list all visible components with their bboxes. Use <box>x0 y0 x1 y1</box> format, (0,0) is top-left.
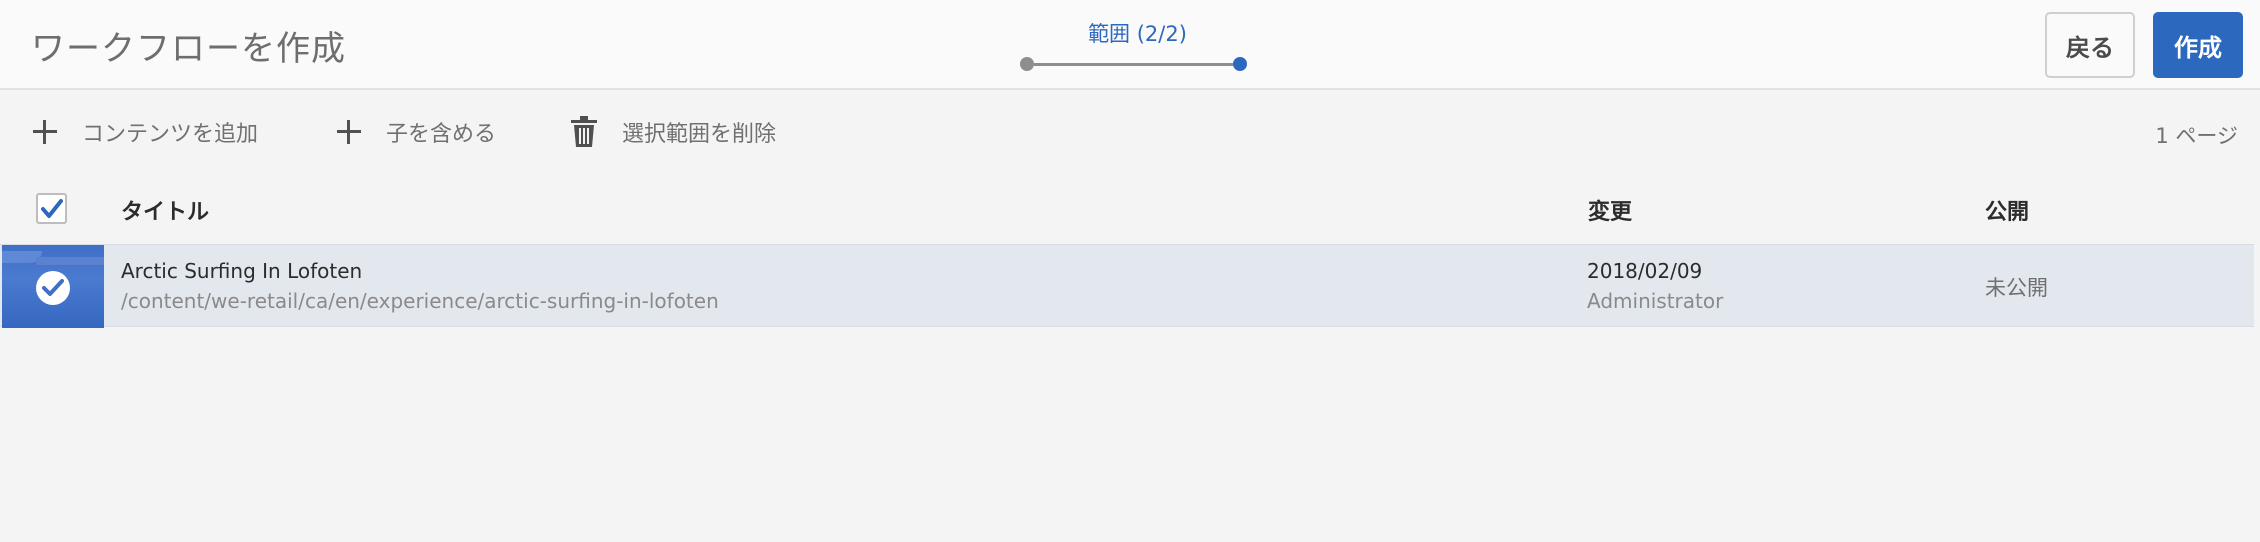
plus-icon <box>337 120 361 144</box>
add-content-button[interactable]: コンテンツを追加 <box>33 112 258 152</box>
checkmark-icon <box>42 279 64 296</box>
include-children-label: 子を含める <box>386 122 497 147</box>
thumbnail-detail <box>36 257 104 265</box>
row-title: Arctic Surfing In Lofoten <box>121 259 363 283</box>
page-count: 1 ページ <box>2155 124 2238 148</box>
header-bar: ワークフローを作成 範囲 (2/2) 戻る 作成 <box>0 0 2260 90</box>
trash-icon <box>570 116 598 148</box>
row-select-indicator[interactable] <box>36 271 70 305</box>
create-button[interactable]: 作成 <box>2153 12 2243 78</box>
page-title: ワークフローを作成 <box>31 29 346 69</box>
row-modified-by: Administrator <box>1587 289 1724 313</box>
add-content-label: コンテンツを追加 <box>82 122 259 147</box>
row-thumbnail[interactable] <box>2 245 104 328</box>
checkmark-icon <box>41 199 63 218</box>
delete-selection-button[interactable]: 選択範囲を削除 <box>570 112 776 152</box>
step-1-dot[interactable] <box>1020 57 1034 71</box>
wizard-stepper: 範囲 (2/2) <box>1020 18 1280 78</box>
column-header-modified[interactable]: 変更 <box>1588 194 1632 226</box>
select-all-checkbox[interactable] <box>36 193 67 224</box>
table-header: タイトル 変更 公開 <box>0 174 2260 244</box>
column-header-title[interactable]: タイトル <box>121 194 209 226</box>
step-2-dot[interactable] <box>1233 57 1247 71</box>
column-header-published[interactable]: 公開 <box>1985 194 2029 226</box>
delete-selection-label: 選択範囲を削除 <box>622 122 777 147</box>
plus-icon <box>33 120 57 144</box>
step-connector <box>1034 63 1233 66</box>
row-path: /content/we-retail/ca/en/experience/arct… <box>121 289 719 313</box>
table-row[interactable]: Arctic Surfing In Lofoten /content/we-re… <box>0 244 2254 328</box>
step-label: 範囲 (2/2) <box>1088 22 1187 46</box>
row-modified-date: 2018/02/09 <box>1587 259 1703 283</box>
include-children-button[interactable]: 子を含める <box>337 112 496 152</box>
back-button[interactable]: 戻る <box>2045 12 2135 78</box>
action-toolbar: コンテンツを追加 子を含める 選択範囲を削除 1 ページ <box>0 92 2260 174</box>
row-publish-status: 未公開 <box>1985 276 2048 300</box>
